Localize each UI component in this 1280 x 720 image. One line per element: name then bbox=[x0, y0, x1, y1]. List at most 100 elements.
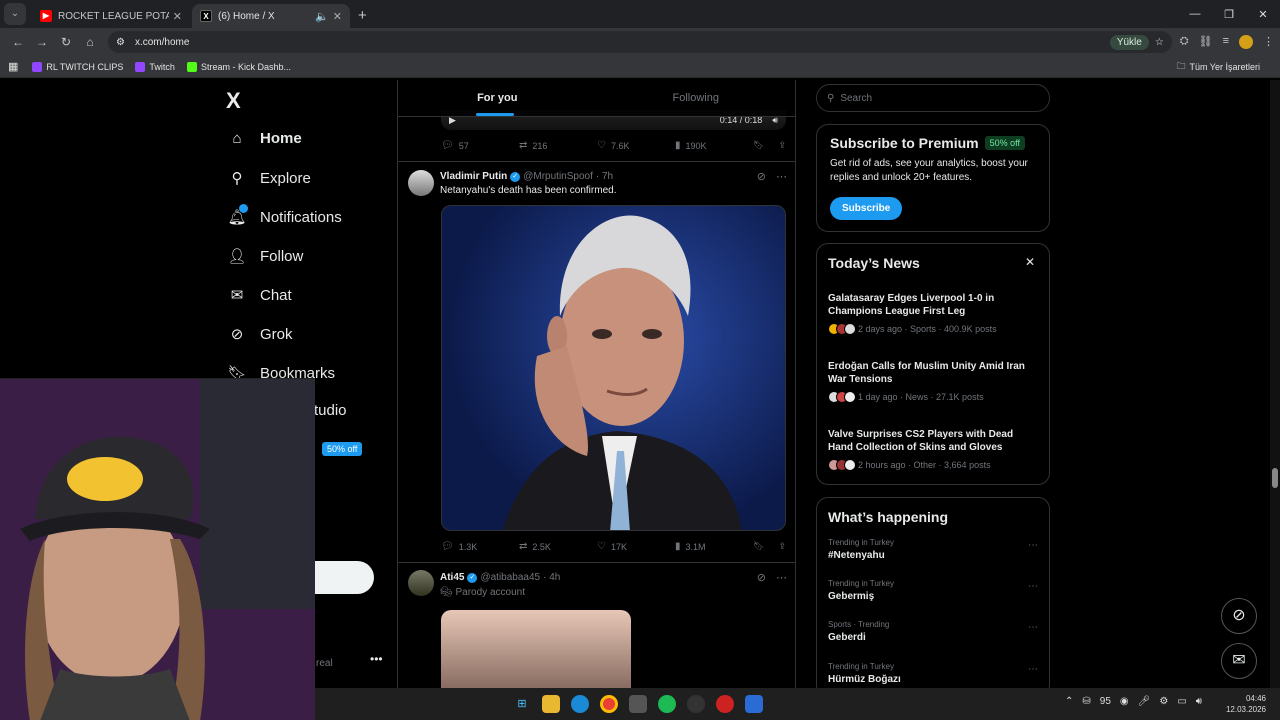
bookmark-tweet-icon[interactable]: 🔖︎ bbox=[753, 541, 764, 552]
premium-discount-badge[interactable]: 50% off bbox=[322, 442, 363, 456]
extension-icon[interactable]: ⛭ bbox=[1180, 35, 1189, 49]
author-name[interactable]: Vladimir Putin bbox=[440, 171, 507, 182]
profile-avatar[interactable] bbox=[1239, 35, 1253, 49]
app-icon[interactable] bbox=[629, 695, 647, 713]
author-name[interactable]: Ati45 bbox=[440, 572, 464, 583]
author-handle[interactable]: @atibabaa45 bbox=[480, 572, 540, 583]
nav-notifications[interactable]: 🔔︎ Notifications bbox=[226, 204, 342, 226]
bookmark-item[interactable]: Twitch bbox=[135, 61, 175, 72]
menu-icon[interactable]: ⋮ bbox=[1263, 35, 1274, 49]
nav-follow[interactable]: 👤︎ Follow bbox=[226, 247, 303, 266]
search-input[interactable]: ⚲ Search bbox=[816, 84, 1050, 112]
chevron-up-icon[interactable]: ⌃ bbox=[1065, 696, 1073, 707]
bookmark-tweet-icon[interactable]: 🔖︎ bbox=[753, 140, 764, 151]
spotify-icon[interactable] bbox=[658, 695, 676, 713]
more-icon[interactable]: ⋯ bbox=[1028, 664, 1038, 675]
edge-icon[interactable] bbox=[571, 695, 589, 713]
speaker-icon[interactable]: 🔈 bbox=[315, 10, 329, 23]
more-icon[interactable]: ⋯ bbox=[776, 571, 787, 584]
back-icon[interactable]: ← bbox=[6, 35, 30, 49]
link-icon[interactable]: ⛓ bbox=[1199, 35, 1213, 49]
forward-icon[interactable]: → bbox=[30, 35, 54, 49]
news-item[interactable]: Erdoğan Calls for Muslim Unity Amid Iran… bbox=[828, 360, 1038, 403]
grok-icon[interactable]: ⊘ bbox=[757, 170, 766, 183]
account-name-snippet[interactable]: real bbox=[316, 658, 333, 669]
more-icon[interactable]: ⋯ bbox=[1028, 581, 1038, 592]
nav-explore[interactable]: ⚲ Explore bbox=[226, 169, 311, 188]
more-icon[interactable]: ⋯ bbox=[1028, 622, 1038, 633]
nav-chat[interactable]: ✉ Chat bbox=[226, 286, 292, 305]
more-icon[interactable]: ⋯ bbox=[1028, 540, 1038, 551]
obs-icon[interactable] bbox=[687, 695, 705, 713]
post-button[interactable] bbox=[312, 561, 374, 594]
star-icon[interactable]: ☆ bbox=[1155, 37, 1164, 48]
settings-icon[interactable]: ⚙ bbox=[1159, 696, 1168, 707]
tweet-time[interactable]: · 4h bbox=[543, 572, 560, 583]
upload-button[interactable]: Yükle bbox=[1109, 34, 1149, 50]
avatar[interactable] bbox=[408, 170, 434, 196]
browser-tab-youtube[interactable]: ▶ ROCKET LEAGUE POTATO MOMENTS ✕ bbox=[32, 4, 190, 28]
nav-creator-studio[interactable]: tudio bbox=[314, 402, 347, 419]
scrollbar-thumb[interactable] bbox=[1272, 468, 1278, 488]
media-control-icon[interactable]: ≡ bbox=[1223, 35, 1229, 49]
close-tab-icon[interactable]: ✕ bbox=[173, 10, 182, 23]
nav-home[interactable]: ⌂ Home bbox=[226, 130, 301, 147]
like-button[interactable]: ♡ 7.6K bbox=[597, 140, 675, 151]
network-icon[interactable]: ⛁ bbox=[1082, 696, 1090, 707]
tab-following[interactable]: Following bbox=[597, 80, 796, 116]
repost-button[interactable]: ⇄ 2.5K bbox=[519, 541, 597, 552]
grok-fab[interactable]: ⊘ bbox=[1221, 598, 1257, 634]
trend-item[interactable]: Trending in Turkey Gebermiş ⋯ bbox=[828, 579, 1038, 602]
x-logo[interactable]: X bbox=[226, 88, 241, 114]
tweet-image[interactable] bbox=[441, 205, 786, 531]
like-button[interactable]: ♡ 17K bbox=[597, 541, 675, 552]
browser-tab-x-home[interactable]: X (6) Home / X 🔈 ✕ bbox=[192, 4, 350, 28]
tweet-time[interactable]: · 7h bbox=[596, 171, 613, 182]
apps-grid-icon[interactable]: ▦ bbox=[8, 60, 18, 73]
repost-button[interactable]: ⇄ 216 bbox=[519, 140, 597, 151]
news-item[interactable]: Valve Surprises CS2 Players with Dead Ha… bbox=[828, 428, 1038, 471]
home-button-icon[interactable]: ⌂ bbox=[78, 35, 102, 49]
subscribe-button[interactable]: Subscribe bbox=[830, 197, 903, 220]
bookmark-item[interactable]: Stream - Kick Dashb... bbox=[186, 61, 291, 72]
clock[interactable]: 04:46 12.03.2026 bbox=[1226, 693, 1266, 715]
microphone-icon[interactable]: 🎤︎ bbox=[1138, 696, 1151, 707]
reload-icon[interactable]: ↻ bbox=[54, 35, 78, 49]
share-icon[interactable]: ⇪ bbox=[778, 140, 786, 151]
trend-item[interactable]: Sports · Trending Geberdi ⋯ bbox=[828, 620, 1038, 643]
views-button[interactable]: ▮ 3.1M bbox=[675, 541, 753, 552]
author-handle[interactable]: @MrputinSpoof bbox=[523, 171, 593, 182]
share-icon[interactable]: ⇪ bbox=[778, 541, 786, 552]
nav-grok[interactable]: ⊘ Grok bbox=[226, 325, 293, 344]
restore-icon[interactable]: ❐ bbox=[1212, 8, 1246, 21]
bookmark-item[interactable]: RL TWITCH CLIPS bbox=[32, 61, 123, 72]
avatar[interactable] bbox=[408, 570, 434, 596]
chrome-icon[interactable] bbox=[600, 695, 618, 713]
minimize-icon[interactable]: — bbox=[1178, 8, 1212, 21]
tray-count[interactable]: 95 bbox=[1100, 696, 1111, 707]
news-item[interactable]: Galatasaray Edges Liverpool 1-0 in Champ… bbox=[828, 292, 1038, 335]
url-text[interactable]: x.com/home bbox=[135, 37, 189, 48]
reply-button[interactable]: 💬︎ 57 bbox=[441, 140, 519, 151]
scrollbar[interactable] bbox=[1270, 80, 1280, 688]
account-more-icon[interactable]: ••• bbox=[370, 652, 383, 666]
omnibox[interactable]: ⚙ x.com/home Yükle ☆ bbox=[108, 31, 1172, 53]
more-icon[interactable]: ⋯ bbox=[776, 170, 787, 183]
steam-icon[interactable]: ◉ bbox=[1120, 696, 1129, 707]
tab-search-button[interactable]: ⌄ bbox=[4, 3, 26, 25]
messages-fab[interactable]: ✉ bbox=[1221, 643, 1257, 679]
trend-item[interactable]: Trending in Turkey Hürmüz Boğazı ⋯ bbox=[828, 662, 1038, 685]
views-button[interactable]: ▮ 190K bbox=[675, 140, 753, 151]
volume-icon[interactable]: 🔊︎ bbox=[1196, 696, 1202, 707]
close-tab-icon[interactable]: ✕ bbox=[333, 10, 342, 23]
tab-for-you[interactable]: For you bbox=[398, 80, 597, 116]
display-icon[interactable]: ▭ bbox=[1177, 696, 1186, 707]
site-info-icon[interactable]: ⚙ bbox=[116, 37, 125, 48]
tweet-image[interactable] bbox=[441, 610, 631, 688]
grok-icon[interactable]: ⊘ bbox=[757, 571, 766, 584]
file-explorer-icon[interactable] bbox=[542, 695, 560, 713]
reply-button[interactable]: 💬︎ 1.3K bbox=[441, 541, 519, 552]
trend-item[interactable]: Trending in Turkey #Netenyahu ⋯ bbox=[828, 538, 1038, 561]
shield-icon[interactable] bbox=[745, 695, 763, 713]
close-icon[interactable]: ✕ bbox=[1025, 255, 1035, 269]
